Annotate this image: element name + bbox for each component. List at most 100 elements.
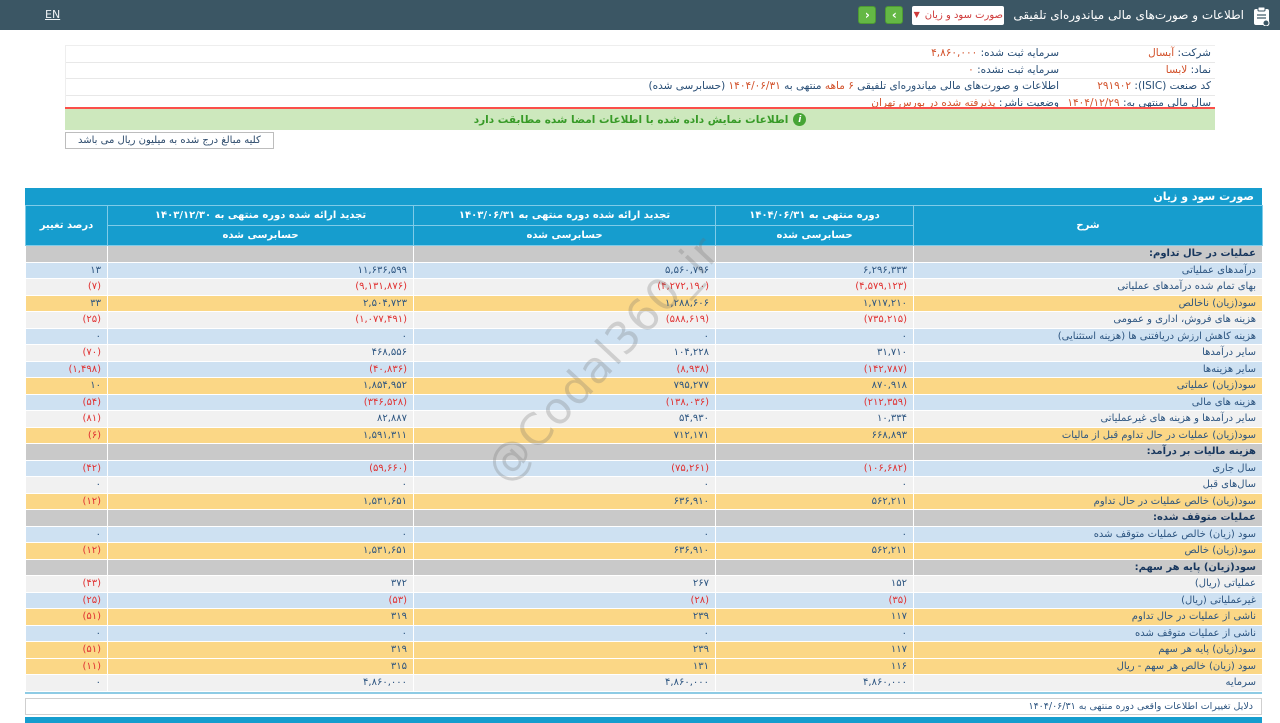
percent-change: ۳۳ [25,294,108,312]
value-yearend: (۱,۰۷۷,۴۹۱) [107,311,414,329]
value-yearend: (۴۰,۸۳۶) [107,360,414,378]
value-prior: (۵۸۸,۶۱۹) [413,311,716,329]
percent-change: (۲۵) [25,311,108,329]
percent-change: (۱۲) [25,542,108,560]
value-prior: (۲۸) [413,591,716,609]
row-label: عملیات در حال تداوم: [913,245,1263,263]
value-yearend: ۰ [107,525,414,543]
table-row: سال جاری (۱۰۶,۶۸۲) (۷۵,۲۶۱) (۵۹,۶۶۰) (۴۲) [25,459,1263,477]
value-prior: ۰ [413,327,716,345]
value-prior: (۴,۲۷۲,۱۹۰) [413,278,716,296]
info-row: نماد: لابسا [1063,63,1215,79]
value-current: (۱۰۶,۶۸۲) [715,459,914,477]
table-row: سود(زیان) پایه هر سهم ۱۱۷ ۲۳۹ ۳۱۹ (۵۱) [25,641,1263,659]
value-yearend: ۲,۵۰۴,۷۲۳ [107,294,414,312]
value-current: ۵۶۲,۲۱۱ [715,542,914,560]
value-yearend [107,509,414,527]
value-current: (۱۴۲,۷۸۷) [715,360,914,378]
value-prior: ۱,۲۸۸,۶۰۶ [413,294,716,312]
amounts-unit-note: کلیه مبالغ درج شده به میلیون ریال می باش… [65,132,274,149]
statement-type-dropdown[interactable]: صورت سود و زیان ▼ [912,5,1005,25]
previous-statement-button[interactable]: ‹ [858,6,877,24]
value-prior: ۷۹۵,۲۷۷ [413,377,716,395]
value-prior: ۴,۸۶۰,۰۰۰ [413,674,716,692]
signature-notice-text: اطلاعات نمایش داده شده با اطلاعات امضا ش… [473,113,789,126]
percent-change: (۷) [25,278,108,296]
value-current: ۱۱۶ [715,657,914,675]
table-row: عملیاتی (ریال) ۱۵۲ ۲۶۷ ۳۷۲ (۴۳) [25,575,1263,593]
section-row: عملیات متوقف شده: [25,509,1263,527]
value-prior: (۷۵,۲۶۱) [413,459,716,477]
value-current: (۴,۵۷۹,۱۲۳) [715,278,914,296]
percent-change: (۴۳) [25,575,108,593]
info-row: کد صنعت (ISIC): ۲۹۱۹۰۲ [1063,79,1215,96]
income-statement-body: عملیات در حال تداوم: درآمدهای عملیاتی ۶,۲۹… [25,245,1263,692]
value-prior: ۱۰۴,۲۲۸ [413,344,716,362]
row-label: سود (زیان) خالص عملیات متوقف شده [913,525,1263,543]
value-prior: ۰ [413,525,716,543]
value-current: ۱۱۷ [715,641,914,659]
next-statement-button[interactable]: › [885,6,904,24]
language-toggle-en[interactable]: EN [45,8,60,21]
column-header-description: شرح [913,205,1263,246]
percent-change: (۵۱) [25,641,108,659]
info-icon: i [793,113,807,126]
value-yearend: ۳۱۵ [107,657,414,675]
value-prior [413,245,716,263]
row-label: ناشی از عملیات متوقف شده [913,624,1263,642]
income-statement-section: صورت سود و زیان شرح دوره منتهی به ۱۴۰۴/۰… [25,188,1263,694]
value-prior [413,443,716,461]
percent-change: ۰ [25,674,108,692]
column-header-period-prior: تجدید ارائه شده دوره منتهی به ۱۴۰۳/۰۶/۳۱ [413,205,716,226]
percent-change: ۰ [25,624,108,642]
table-row: سود(زیان) عملیاتی ۸۷۰,۹۱۸ ۷۹۵,۲۷۷ ۱,۸۵۴,۹۵۲… [25,377,1263,395]
row-label: عملیاتی (ریال) [913,575,1263,593]
value-yearend [107,558,414,576]
income-statement-table: شرح دوره منتهی به ۱۴۰۴/۰۶/۳۱ تجدید ارائه… [25,205,1263,692]
percent-change: ۱۰ [25,377,108,395]
value-current: ۱۱۷ [715,608,914,626]
audit-status-yearend: حسابرسی شده [107,225,414,246]
row-label: سال جاری [913,459,1263,477]
value-yearend [107,245,414,263]
value-current: ۱,۷۱۷,۲۱۰ [715,294,914,312]
value-prior [413,509,716,527]
value-current: ۰ [715,476,914,494]
value-yearend: ۳۱۹ [107,608,414,626]
info-row: سرمایه ثبت نشده: ۰ [66,63,1063,79]
table-row: سایر درآمدها ۳۱,۷۱۰ ۱۰۴,۲۲۸ ۴۶۸,۵۵۶ (۷۰) [25,344,1263,362]
value-current: ۰ [715,624,914,642]
value-current: ۵۶۲,۲۱۱ [715,492,914,510]
info-row: اطلاعات و صورت‌های مالی میاندوره‌ای تلفی… [66,79,1063,96]
table-row: سرمایه ۴,۸۶۰,۰۰۰ ۴,۸۶۰,۰۰۰ ۴,۸۶۰,۰۰۰ ۰ [25,674,1263,692]
value-current: ۳۱,۷۱۰ [715,344,914,362]
value-yearend: ۰ [107,476,414,494]
table-row: بهای تمام شده درآمدهای عملیاتی (۴,۵۷۹,۱۲۳… [25,278,1263,296]
column-header-period-yearend: تجدید ارائه شده دوره منتهی به ۱۴۰۳/۱۲/۳۰ [107,205,414,226]
percent-change: (۴۲) [25,459,108,477]
value-prior: ۲۶۷ [413,575,716,593]
value-yearend: (۵۳) [107,591,414,609]
percent-change [25,443,108,461]
footer-section-header: دلایل تغییرات اطلاعات واقعی دوره منتهی ب… [25,698,1262,715]
row-label: سود(زیان) عملیاتی [913,377,1263,395]
value-prior: ۲۳۹ [413,608,716,626]
value-yearend: (۵۹,۶۶۰) [107,459,414,477]
row-label: غیرعملیاتی (ریال) [913,591,1263,609]
percent-change: (۶) [25,426,108,444]
row-label: عملیات متوقف شده: [913,509,1263,527]
value-prior: ۵,۵۶۰,۷۹۶ [413,261,716,279]
value-current [715,443,914,461]
percent-change: (۵۴) [25,393,108,411]
percent-change: (۲۵) [25,591,108,609]
table-row: سود(زیان) عملیات در حال تداوم قبل از مال… [25,426,1263,444]
table-row: سال‌های قبل ۰ ۰ ۰ ۰ [25,476,1263,494]
value-current: ۴,۸۶۰,۰۰۰ [715,674,914,692]
table-row: سود (زیان) خالص عملیات متوقف شده ۰ ۰ ۰ ۰ [25,525,1263,543]
value-yearend: ۱,۵۳۱,۶۵۱ [107,542,414,560]
value-current: ۸۷۰,۹۱۸ [715,377,914,395]
signature-match-notice: i اطلاعات نمایش داده شده با اطلاعات امضا… [65,109,1215,130]
percent-change [25,509,108,527]
row-label: سرمایه [913,674,1263,692]
column-header-period-current: دوره منتهی به ۱۴۰۴/۰۶/۳۱ [715,205,914,226]
